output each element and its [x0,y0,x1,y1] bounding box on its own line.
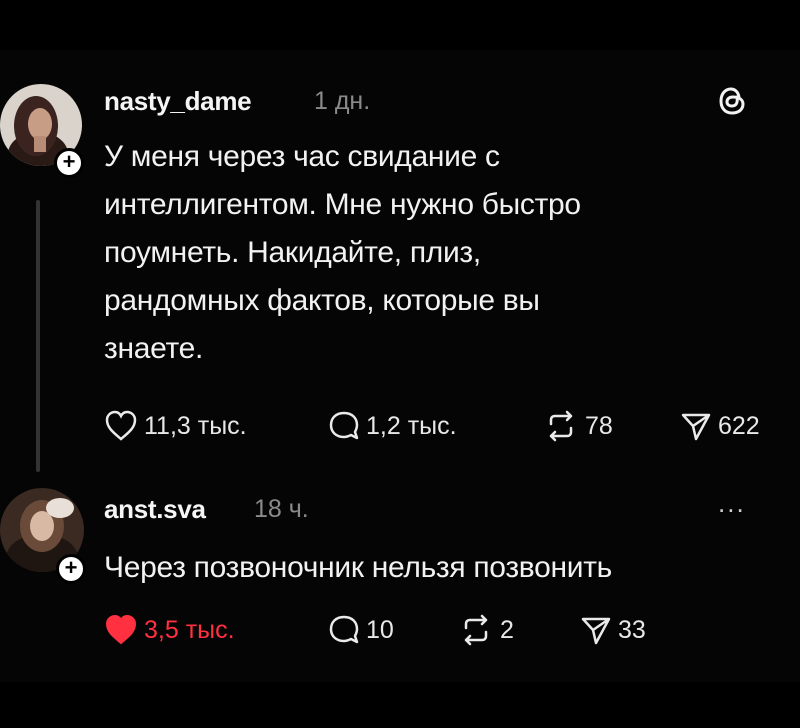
follow-plus-button[interactable]: + [54,148,84,178]
speech-bubble-icon [329,615,359,644]
repost-count: 78 [585,411,613,440]
post-text-line: Через позвоночник нельзя позвонить [104,551,612,584]
follow-plus-button[interactable]: + [56,554,86,584]
more-options-icon[interactable]: ... [718,488,746,519]
like-button[interactable]: 11,3 тыс. [104,410,247,442]
share-count: 33 [618,615,646,644]
post-text-line: рандомных фактов, которые вы [104,284,540,317]
reply-count: 10 [366,615,394,644]
repost-button[interactable]: 78 [543,410,613,442]
repost-arrows-icon [549,410,573,442]
threads-logo-icon[interactable] [716,84,748,123]
heart-icon [105,614,137,645]
speech-bubble-icon [329,411,359,440]
screenshot-frame: + nasty_dame 1 дн. У меня через час свид… [0,0,800,728]
post-username[interactable]: nasty_dame [104,86,252,117]
send-icon [581,617,611,645]
post-text: У меня через час свидание с интеллигенто… [104,133,581,373]
post-time: 18 ч. [254,495,309,523]
share-count: 622 [718,411,760,440]
post-text-line: интеллигентом. Мне нужно быстро [104,188,581,221]
post-text-line: знаете. [104,332,204,365]
share-button[interactable]: 33 [580,614,646,646]
repost-arrows-icon [464,614,488,646]
heart-icon [105,410,137,441]
repost-button[interactable]: 2 [458,614,514,646]
like-count: 3,5 тыс. [144,615,235,644]
repost-count: 2 [500,615,514,644]
post-username[interactable]: anst.sva [104,494,206,525]
reply-count: 1,2 тыс. [366,411,457,440]
thread-connector-line [36,200,40,472]
post-text-line: поумнеть. Накидайте, плиз, [104,236,481,269]
post-text-line: У меня через час свидание с [104,140,500,173]
reply-button[interactable]: 1,2 тыс. [328,410,457,442]
share-button[interactable]: 622 [680,410,760,442]
like-button[interactable]: 3,5 тыс. [104,614,235,646]
top-border [0,0,800,50]
reply-button[interactable]: 10 [328,614,394,646]
post-text: Через позвоночник нельзя позвонить [104,544,612,592]
like-count: 11,3 тыс. [144,411,247,440]
post-time: 1 дн. [314,87,371,115]
send-icon [681,413,711,441]
bottom-border [0,682,800,728]
